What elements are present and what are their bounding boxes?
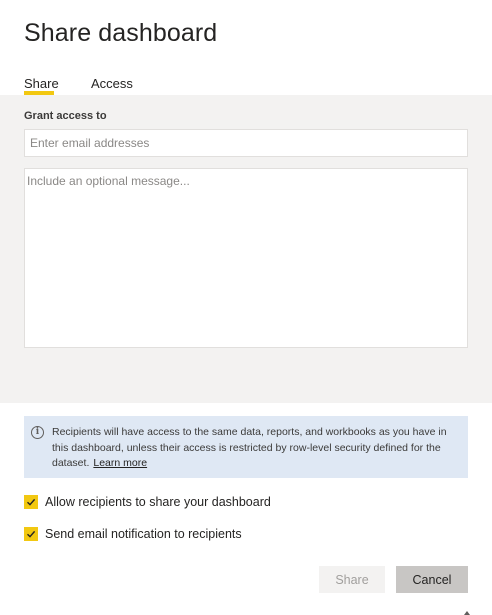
resize-handle-icon (464, 611, 470, 615)
grant-access-label: Grant access to (24, 110, 107, 122)
email-notification-label: Send email notification to recipients (45, 527, 242, 541)
learn-more-link[interactable]: Learn more (93, 457, 147, 469)
checkmark-icon (27, 530, 36, 538)
allow-reshare-checkbox[interactable] (24, 495, 38, 509)
share-form-panel: Grant access to (0, 95, 492, 403)
checkmark-icon (27, 498, 36, 506)
tab-access[interactable]: Access (91, 76, 133, 91)
info-notice: i Recipients will have access to the sam… (24, 416, 468, 478)
message-input[interactable] (24, 168, 468, 348)
allow-reshare-label: Allow recipients to share your dashboard (45, 495, 271, 509)
email-input[interactable] (24, 129, 468, 157)
info-icon: i (31, 426, 44, 439)
tab-share[interactable]: Share (24, 76, 59, 91)
allow-reshare-option[interactable]: Allow recipients to share your dashboard (24, 494, 271, 510)
share-button[interactable]: Share (319, 566, 385, 593)
dialog-title: Share dashboard (24, 19, 218, 47)
email-notification-option[interactable]: Send email notification to recipients (24, 526, 242, 542)
email-notification-checkbox[interactable] (24, 527, 38, 541)
cancel-button[interactable]: Cancel (396, 566, 468, 593)
